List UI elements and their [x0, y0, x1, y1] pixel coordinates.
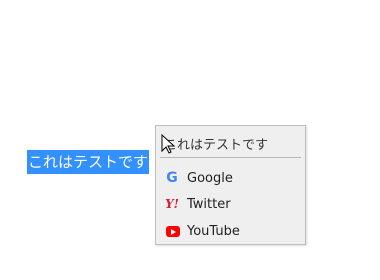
youtube-icon: [164, 223, 180, 239]
selected-text[interactable]: これはテストです: [27, 150, 150, 174]
menu-item-label: YouTube: [187, 223, 240, 239]
menu-item-label: Google: [187, 170, 233, 186]
yahoo-icon: Y!: [165, 197, 179, 211]
menu-separator: [160, 157, 301, 158]
context-menu-header: これはテストです: [164, 138, 269, 153]
google-icon: G: [166, 170, 178, 186]
context-menu: これはテストです G Google Y! Twitter YouTube: [155, 125, 306, 245]
menu-item-youtube[interactable]: YouTube: [164, 220, 299, 242]
menu-item-google[interactable]: G Google: [164, 167, 299, 189]
menu-item-label: Twitter: [187, 196, 231, 212]
menu-item-twitter[interactable]: Y! Twitter: [164, 193, 299, 215]
page: これはテストです これはテストです G Google Y! Twitter Yo…: [0, 0, 380, 280]
